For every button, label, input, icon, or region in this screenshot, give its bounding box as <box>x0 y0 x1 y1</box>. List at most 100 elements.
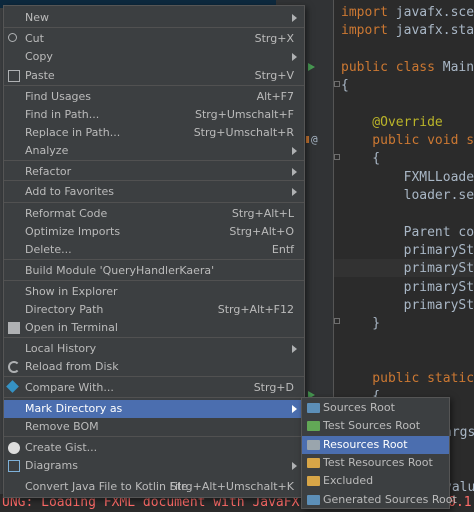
menu-separator <box>4 376 304 377</box>
code-line[interactable]: FXMLLoader <box>341 169 474 187</box>
code-keyword: import <box>341 5 388 20</box>
menu-separator <box>4 85 304 86</box>
menu-item-replace-in-path[interactable]: Replace in Path... Strg+Umschalt+R <box>4 124 304 142</box>
menu-item-shortcut: Strg+Umschalt+F <box>195 108 294 121</box>
chevron-right-icon <box>292 53 297 61</box>
fold-marker-icon[interactable] <box>334 318 340 324</box>
menu-item-label: Paste <box>25 69 55 82</box>
menu-item-shortcut: Strg+V <box>254 69 294 82</box>
code-line[interactable]: { <box>341 150 380 168</box>
menu-item-label: Reload from Disk <box>25 360 119 373</box>
menu-item-add-to-favorites[interactable]: Add to Favorites <box>4 183 304 201</box>
code-line[interactable]: import javafx.stage <box>341 22 474 40</box>
code-line[interactable]: public void sta <box>341 132 474 150</box>
submenu-item-sources-root[interactable]: Sources Root <box>302 399 449 417</box>
menu-item-label: Create Gist... <box>25 441 98 454</box>
menu-item-shortcut: Entf <box>271 243 294 256</box>
code-line[interactable]: primaryStag <box>341 297 474 315</box>
menu-item-label: Add to Favorites <box>25 185 115 198</box>
chevron-right-icon <box>292 188 297 196</box>
scissors-icon <box>8 33 17 42</box>
fold-marker-icon[interactable] <box>334 81 340 87</box>
menu-item-label: Directory Path <box>25 303 104 316</box>
override-marker-icon[interactable] <box>306 136 309 143</box>
menu-item-remove-bom[interactable]: Remove BOM <box>4 418 304 436</box>
chevron-right-icon <box>292 168 297 176</box>
code-text: @Override <box>341 114 443 130</box>
menu-item-optimize-imports[interactable]: Optimize Imports Strg+Alt+O <box>4 223 304 241</box>
code-line[interactable]: primaryStag <box>341 279 474 297</box>
fold-marker-icon[interactable] <box>334 154 340 160</box>
menu-item-copy[interactable]: Copy <box>4 48 304 66</box>
terminal-icon <box>8 322 20 334</box>
menu-item-reload-from-disk[interactable]: Reload from Disk <box>4 358 304 376</box>
code-text: primaryStag <box>403 297 474 313</box>
menu-item-shortcut: Strg+Alt+O <box>229 225 294 238</box>
code-line[interactable]: public class Main e <box>341 59 474 77</box>
code-keyword: import <box>341 23 388 39</box>
menu-item-build-module-queryhandlerkaera[interactable]: Build Module 'QueryHandlerKaera' <box>4 262 304 280</box>
resources-root-icon <box>307 439 320 450</box>
code-line[interactable]: @Override <box>341 114 443 132</box>
test-resources-root-icon <box>307 457 320 468</box>
code-line[interactable]: import javafx.scene <box>341 4 474 22</box>
code-text: javafx.scene <box>395 5 474 20</box>
menu-item-shortcut: Strg+Umschalt+R <box>193 126 294 139</box>
compare-icon <box>6 380 19 393</box>
code-line[interactable]: primaryStag <box>341 260 474 278</box>
menu-separator <box>4 397 304 398</box>
menu-item-convert-java-file-to-kotlin-file[interactable]: Convert Java File to Kotlin File Strg+Alt… <box>4 478 304 496</box>
menu-item-open-in-terminal[interactable]: Open in Terminal <box>4 319 304 337</box>
menu-item-delete[interactable]: Delete... Entf <box>4 241 304 259</box>
menu-item-paste[interactable]: Paste Strg+V <box>4 67 304 85</box>
code-line[interactable]: { <box>341 77 349 95</box>
chevron-right-icon <box>292 345 297 353</box>
menu-item-compare-with[interactable]: Compare With... Strg+D <box>4 379 304 397</box>
submenu-item-label: Resources Root <box>323 437 408 451</box>
menu-item-mark-directory-as[interactable]: Mark Directory as <box>4 400 304 418</box>
menu-separator <box>4 436 304 437</box>
menu-item-show-in-explorer[interactable]: Show in Explorer <box>4 283 304 301</box>
menu-item-local-history[interactable]: Local History <box>4 340 304 358</box>
menu-item-cut[interactable]: Cut Strg+X <box>4 30 304 48</box>
code-text: primaryStag <box>403 242 474 258</box>
menu-item-shortcut: Strg+Alt+L <box>231 207 294 220</box>
menu-item-shortcut: Alt+F7 <box>256 90 294 103</box>
code-line[interactable]: primaryStag <box>341 242 474 260</box>
submenu-item-test-resources-root[interactable]: Test Resources Root <box>302 454 449 472</box>
menu-item-diagrams[interactable]: Diagrams <box>4 457 304 475</box>
menu-item-label: Mark Directory as <box>25 402 123 415</box>
chevron-right-icon <box>292 147 297 155</box>
menu-item-directory-path[interactable]: Directory Path Strg+Alt+F12 <box>4 301 304 319</box>
menu-item-new[interactable]: New <box>4 9 304 27</box>
menu-item-find-in-path[interactable]: Find in Path... Strg+Umschalt+F <box>4 106 304 124</box>
code-text: { <box>341 78 349 94</box>
menu-item-refactor[interactable]: Refactor <box>4 163 304 181</box>
submenu-item-generated-sources-root[interactable]: Generated Sources Root <box>302 491 457 509</box>
code-text: Parent cont <box>403 224 474 240</box>
menu-item-label: Analyze <box>25 144 69 157</box>
submenu-item-test-sources-root[interactable]: Test Sources Root <box>302 417 449 435</box>
menu-item-shortcut: Strg+X <box>254 32 294 45</box>
code-text: FXMLLoader <box>341 169 474 185</box>
code-line[interactable]: loader.setL <box>341 187 474 205</box>
menu-item-label: Refactor <box>25 165 72 178</box>
code-text: loader.setL <box>403 188 474 203</box>
submenu-item-label: Test Resources Root <box>323 455 433 469</box>
code-keyword: public class <box>341 59 435 75</box>
menu-item-label: Cut <box>25 32 44 45</box>
menu-item-find-usages[interactable]: Find Usages Alt+F7 <box>4 88 304 106</box>
menu-item-create-gist[interactable]: Create Gist... <box>4 439 304 457</box>
menu-item-reformat-code[interactable]: Reformat Code Strg+Alt+L <box>4 205 304 223</box>
submenu-item-excluded[interactable]: Excluded <box>302 472 449 490</box>
submenu-item-resources-root[interactable]: Resources Root <box>302 435 449 454</box>
code-line[interactable]: Parent cont <box>341 224 474 242</box>
code-line[interactable]: } <box>341 315 380 333</box>
menu-item-label: New <box>25 11 49 24</box>
menu-item-analyze[interactable]: Analyze <box>4 142 304 160</box>
menu-item-label: Delete... <box>25 243 72 256</box>
menu-item-label: Replace in Path... <box>25 126 121 139</box>
run-main-icon[interactable] <box>308 63 315 71</box>
code-text: primaryStag <box>403 279 474 295</box>
code-line[interactable]: public static v <box>341 370 474 388</box>
